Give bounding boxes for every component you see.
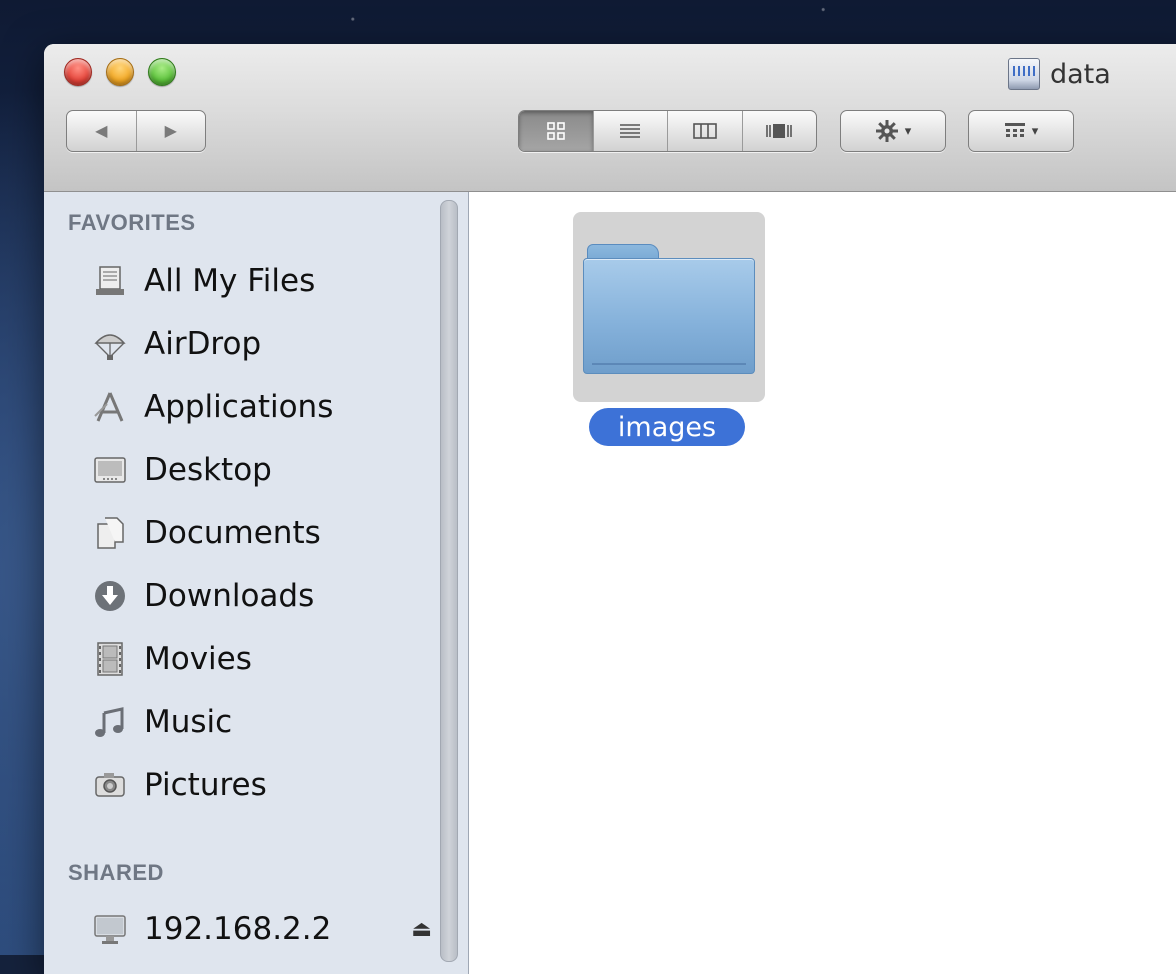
- sidebar-item-label: Movies: [144, 641, 252, 677]
- folder-item-images[interactable]: [573, 212, 765, 402]
- zoom-button[interactable]: [148, 58, 176, 86]
- sidebar-item-label: Music: [144, 704, 233, 740]
- sidebar-item-airdrop[interactable]: AirDrop: [92, 319, 432, 369]
- cover-flow-icon: [766, 124, 793, 138]
- sidebar-item-label: Documents: [144, 515, 321, 551]
- chevron-down-icon: ▾: [904, 123, 912, 138]
- folder-body: [583, 258, 755, 374]
- sidebar-item-label: AirDrop: [144, 326, 262, 362]
- sidebar-item-label: 192.168.2.2: [144, 911, 332, 947]
- back-forward-control: ◀ ▶: [66, 110, 206, 152]
- camera-icon: [92, 767, 128, 803]
- all-my-files-icon: [92, 263, 128, 299]
- movies-icon: [92, 641, 128, 677]
- sidebar-item-applications[interactable]: Applications: [92, 382, 432, 432]
- window-title: data: [1008, 58, 1111, 90]
- applications-icon: [92, 389, 128, 425]
- documents-icon: [92, 515, 128, 551]
- network-computer-icon: [92, 911, 128, 947]
- sidebar-item-network-host[interactable]: 192.168.2.2 ⏏: [92, 904, 432, 954]
- column-view-icon: [692, 123, 717, 139]
- window-title-text: data: [1050, 58, 1111, 90]
- sidebar-item-movies[interactable]: Movies: [92, 634, 432, 684]
- back-button[interactable]: ◀: [67, 111, 137, 151]
- sidebar-item-label: All My Files: [144, 263, 316, 299]
- sidebar-item-label: Desktop: [144, 452, 272, 488]
- forward-arrow-icon: ▶: [164, 123, 177, 140]
- icon-view-icon: [546, 122, 565, 140]
- view-mode-control: [518, 110, 817, 152]
- window-controls: [64, 58, 176, 86]
- sidebar-scrollbar[interactable]: [440, 200, 458, 962]
- chevron-down-icon: ▾: [1031, 123, 1039, 138]
- folder-name-label[interactable]: images: [589, 408, 745, 446]
- shared-heading: SHARED: [68, 860, 164, 885]
- sidebar-item-music[interactable]: Music: [92, 697, 432, 747]
- desktop-icon: [92, 452, 128, 488]
- arrange-menu-button[interactable]: ▾: [968, 110, 1074, 152]
- action-menu-button[interactable]: ▾: [840, 110, 946, 152]
- finder-window: data ◀ ▶ ▾ ▾ FAVORITES All My Files AirD…: [44, 44, 1176, 974]
- folder-icon: [583, 244, 755, 374]
- arrange-menu-button-face[interactable]: ▾: [969, 111, 1073, 151]
- sidebar-item-desktop[interactable]: Desktop: [92, 445, 432, 495]
- window-titlebar: data ◀ ▶ ▾ ▾: [44, 44, 1176, 192]
- volume-icon: [1008, 58, 1040, 90]
- list-view-icon: [620, 124, 641, 138]
- sidebar-item-label: Pictures: [144, 767, 267, 803]
- close-button[interactable]: [64, 58, 92, 86]
- sidebar-item-downloads[interactable]: Downloads: [92, 571, 432, 621]
- arrange-grid-icon: [1004, 123, 1025, 137]
- sidebar-item-documents[interactable]: Documents: [92, 508, 432, 558]
- list-view-button[interactable]: [594, 111, 668, 151]
- minimize-button[interactable]: [106, 58, 134, 86]
- column-view-button[interactable]: [668, 111, 743, 151]
- sidebar-item-label: Applications: [144, 389, 334, 425]
- sidebar-item-all-my-files[interactable]: All My Files: [92, 256, 432, 306]
- icon-view-button[interactable]: [519, 111, 594, 151]
- eject-icon[interactable]: ⏏: [411, 917, 432, 942]
- downloads-icon: [92, 578, 128, 614]
- back-arrow-icon: ◀: [95, 123, 108, 140]
- cover-flow-view-button[interactable]: [743, 111, 817, 151]
- sidebar-item-pictures[interactable]: Pictures: [92, 760, 432, 810]
- sidebar: FAVORITES All My Files AirDrop Applicati…: [44, 192, 469, 974]
- airdrop-icon: [92, 326, 128, 362]
- gear-icon: [875, 120, 898, 142]
- sidebar-item-label: Downloads: [144, 578, 315, 614]
- music-note-icon: [92, 704, 128, 740]
- file-browser-content: images: [469, 192, 1176, 974]
- favorites-heading: FAVORITES: [68, 210, 196, 235]
- forward-button[interactable]: ▶: [137, 111, 206, 151]
- action-menu-button-face[interactable]: ▾: [841, 111, 945, 151]
